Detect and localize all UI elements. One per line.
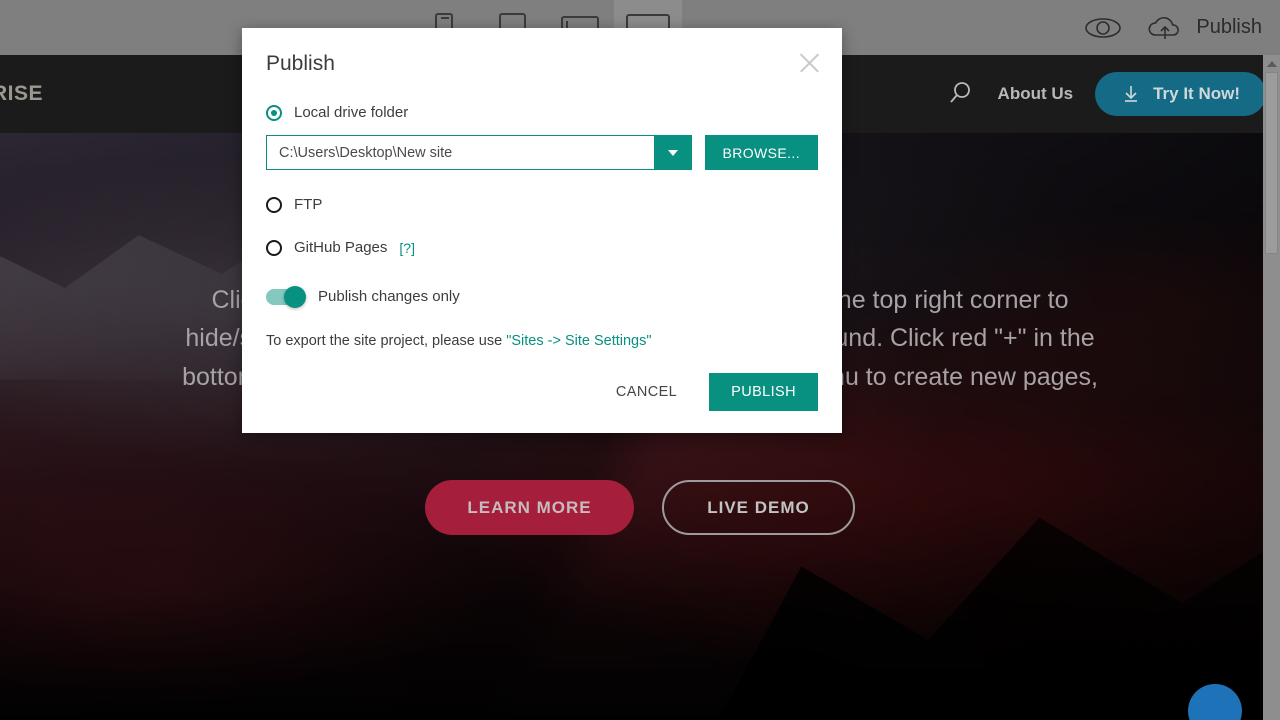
radio-ftp-indicator (266, 196, 282, 213)
radio-ftp-label: FTP (294, 196, 323, 213)
nav-item-about-us[interactable]: About Us (998, 84, 1074, 104)
site-brand: RISE (0, 82, 44, 105)
dialog-title: Publish (266, 52, 335, 75)
cloud-upload-icon (1148, 16, 1180, 39)
site-nav: About Us Try It Now! (946, 72, 1266, 116)
github-help-link[interactable]: [?] (399, 240, 415, 256)
eye-icon (1085, 17, 1122, 38)
dialog-header: Publish (266, 28, 818, 78)
cancel-button[interactable]: CANCEL (600, 374, 693, 410)
hero-buttons: LEARN MORE LIVE DEMO (0, 480, 1280, 535)
toggle-switch-knob (284, 285, 306, 308)
publish-confirm-button[interactable]: PUBLISH (709, 373, 818, 411)
try-it-now-label: Try It Now! (1153, 84, 1240, 103)
publish-dialog: Publish Local drive folder BROWSE... FTP (242, 28, 842, 433)
page-scrollbar[interactable] (1263, 55, 1280, 720)
radio-local-drive-label: Local drive folder (294, 104, 409, 121)
scrollbar-thumb[interactable] (1265, 72, 1278, 254)
folder-path-input[interactable] (266, 135, 654, 170)
publish-button-toolbar[interactable]: Publish (1143, 13, 1262, 43)
path-row: BROWSE... (266, 135, 818, 170)
app-root: RISE About Us Try It Now! (0, 0, 1280, 720)
toolbar-right-group: Publish (1081, 0, 1280, 55)
learn-more-button[interactable]: LEARN MORE (425, 480, 634, 535)
browse-button[interactable]: BROWSE... (704, 135, 818, 170)
radio-local-drive-indicator (266, 104, 282, 121)
try-it-now-button[interactable]: Try It Now! (1095, 72, 1266, 116)
path-dropdown-button[interactable] (653, 135, 692, 170)
export-note-prefix: To export the site project, please use (266, 333, 507, 349)
search-icon[interactable] (946, 79, 976, 109)
toggle-switch-track (266, 285, 306, 308)
site-settings-link[interactable]: "Sites -> Site Settings" (506, 333, 651, 349)
publish-changes-only-toggle[interactable]: Publish changes only (266, 285, 818, 308)
radio-option-local-drive[interactable]: Local drive folder (266, 104, 818, 121)
toggle-label: Publish changes only (318, 288, 460, 305)
export-note: To export the site project, please use "… (266, 333, 818, 349)
dialog-actions: CANCEL PUBLISH (266, 373, 818, 411)
download-icon (1125, 86, 1138, 102)
close-icon[interactable] (794, 48, 824, 78)
radio-option-github-pages[interactable]: GitHub Pages [?] (266, 239, 818, 256)
radio-github-label: GitHub Pages (294, 239, 388, 256)
chevron-down-icon (667, 149, 678, 156)
preview-button[interactable] (1081, 13, 1125, 43)
scroll-up-arrow-icon[interactable] (1263, 55, 1280, 72)
publish-button-label: Publish (1196, 16, 1262, 38)
radio-github-indicator (266, 239, 282, 256)
live-demo-button[interactable]: LIVE DEMO (662, 480, 855, 535)
radio-option-ftp[interactable]: FTP (266, 196, 818, 213)
